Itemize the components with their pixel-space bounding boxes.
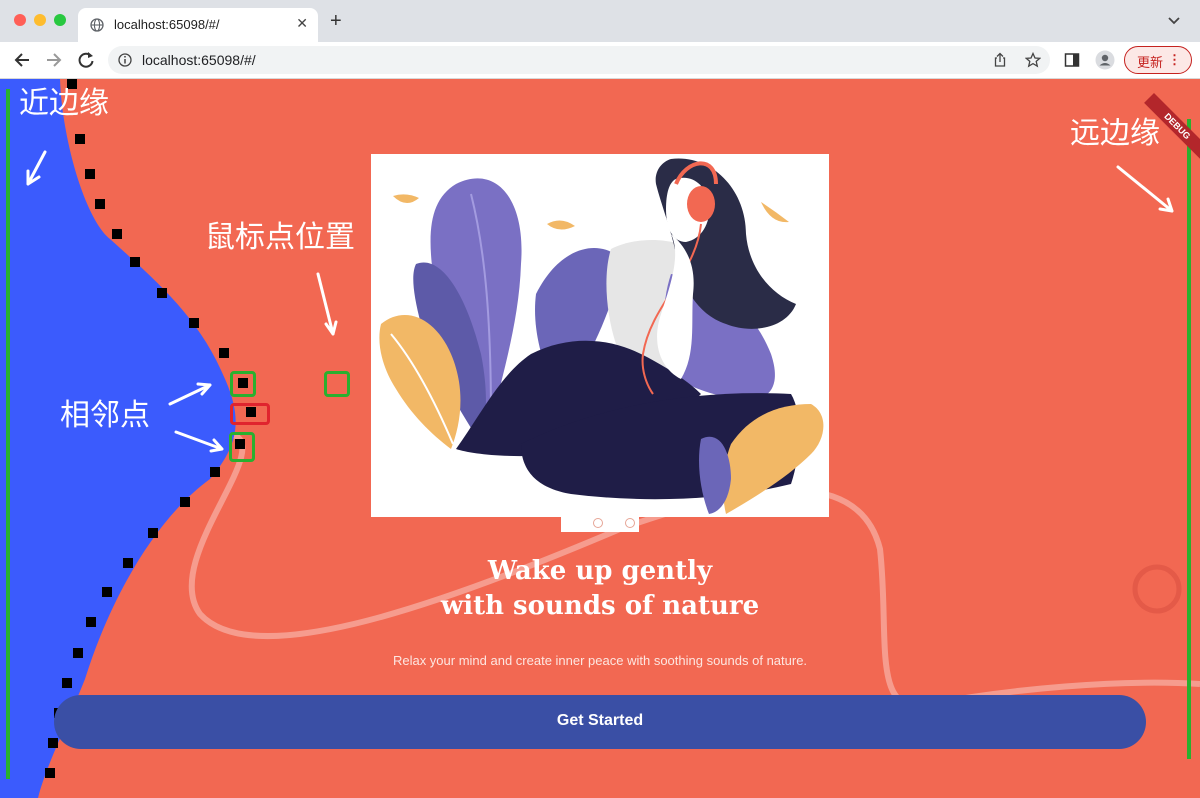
hero-illustration (371, 154, 829, 517)
woman-with-headphones-illustration (379, 158, 824, 514)
control-point (102, 587, 112, 597)
more-menu-icon[interactable]: ⋮ (1168, 52, 1181, 68)
headline-line-2: with sounds of nature (440, 591, 760, 621)
address-bar[interactable]: localhost:65098/#/ (108, 46, 1050, 74)
get-started-label: Get Started (556, 712, 644, 729)
page-dot-2[interactable] (625, 518, 635, 528)
annotation-mouse-point: 鼠标点位置 (205, 220, 355, 255)
control-point (86, 617, 96, 627)
control-point (95, 199, 105, 209)
control-point (210, 467, 220, 477)
onboarding-subtitle: Relax your mind and create inner peace w… (392, 653, 808, 668)
mouse-position-marker (324, 371, 350, 397)
control-point (75, 134, 85, 144)
control-point (219, 348, 229, 358)
get-started-button[interactable]: Get Started (54, 695, 1146, 749)
control-point (157, 288, 167, 298)
page-dot-1[interactable] (593, 518, 603, 528)
forward-icon[interactable] (44, 50, 64, 70)
control-point (112, 229, 122, 239)
info-icon[interactable] (118, 53, 132, 67)
neighbor-point-upper-marker (230, 371, 256, 397)
app-viewport: 近边缘 远边缘 鼠标点位置 相邻点 DEBUG Wake up gently w… (0, 79, 1200, 798)
globe-icon (90, 18, 104, 32)
control-point (62, 678, 72, 688)
window-zoom-button[interactable] (54, 14, 66, 26)
tab-title: localhost:65098/#/ (114, 17, 220, 32)
onboarding-headline: Wake up gently with sounds of nature (300, 554, 900, 624)
decorative-circle-right (1132, 564, 1182, 614)
control-point (189, 318, 199, 328)
control-point (73, 648, 83, 658)
tab-close-icon[interactable]: ✕ (296, 15, 308, 32)
reload-icon[interactable] (76, 50, 96, 70)
blue-liquid-wave (0, 79, 236, 798)
arrow-far-edge (1116, 165, 1174, 213)
arrow-mouse-point (316, 272, 338, 336)
annotation-far-edge: 远边缘 (1070, 116, 1160, 151)
back-icon[interactable] (12, 50, 32, 70)
profile-icon[interactable] (1095, 50, 1115, 70)
update-button[interactable]: 更新 ⋮ (1124, 46, 1192, 74)
neighbor-point-lower-marker (229, 432, 255, 462)
control-point (48, 738, 58, 748)
browser-toolbar: localhost:65098/#/ 更新 ⋮ (0, 42, 1200, 79)
url-text: localhost:65098/#/ (142, 52, 256, 68)
new-tab-button[interactable]: + (330, 11, 342, 31)
bookmark-star-icon[interactable] (1025, 52, 1041, 68)
annotation-neighbor-points: 相邻点 (60, 398, 150, 433)
control-point (148, 528, 158, 538)
chevron-down-icon[interactable] (1166, 12, 1182, 28)
control-point (85, 169, 95, 179)
update-label: 更新 (1137, 55, 1164, 70)
browser-tab-bar: localhost:65098/#/ ✕ + (0, 0, 1200, 42)
headline-line-1: Wake up gently (487, 556, 713, 586)
window-close-button[interactable] (14, 14, 26, 26)
control-point (130, 257, 140, 267)
annotation-near-edge: 近边缘 (19, 86, 109, 121)
control-point (180, 497, 190, 507)
browser-tab[interactable]: localhost:65098/#/ ✕ (78, 8, 318, 42)
share-icon[interactable] (992, 52, 1008, 68)
current-point-marker (230, 403, 270, 425)
control-point (45, 768, 55, 778)
page-indicator (561, 516, 639, 532)
window-minimize-button[interactable] (34, 14, 46, 26)
control-point (123, 558, 133, 568)
sidepanel-icon[interactable] (1064, 52, 1080, 68)
